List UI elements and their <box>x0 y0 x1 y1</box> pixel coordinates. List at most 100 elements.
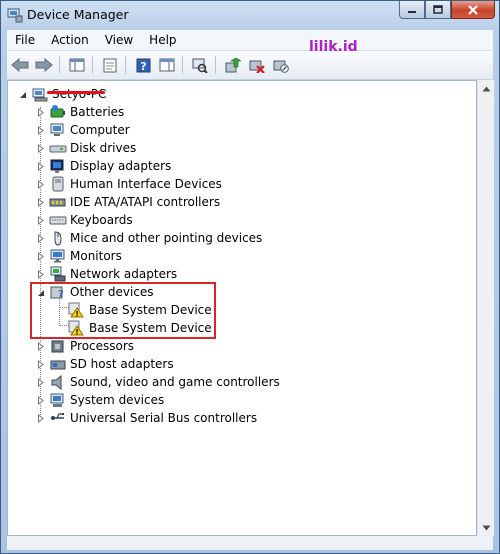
expand-arrow-icon[interactable] <box>36 215 45 225</box>
disable-device-button[interactable] <box>270 54 292 76</box>
expand-arrow-icon[interactable] <box>36 107 45 117</box>
menu-bar: File Action View Help <box>7 30 493 51</box>
device-manager-window: Device Manager File Action View Help lil… <box>0 0 500 554</box>
network-adapter-icon <box>49 266 67 282</box>
show-hide-console-tree-button[interactable] <box>66 54 88 76</box>
category-label: System devices <box>70 393 165 407</box>
scan-hardware-icon <box>192 58 208 73</box>
toolbar-separator <box>215 56 216 74</box>
device-category-system-devices[interactable]: System devices <box>36 391 164 409</box>
console-tree-icon <box>69 58 85 72</box>
expand-arrow-icon[interactable] <box>36 197 45 207</box>
expand-arrow-icon[interactable] <box>36 251 45 261</box>
category-label: Network adapters <box>70 267 178 281</box>
device-category-batteries[interactable]: Batteries <box>36 103 124 121</box>
properties-icon <box>103 58 117 72</box>
device-category-mice-and-other-pointing-devices[interactable]: Mice and other pointing devices <box>36 229 262 247</box>
sd-host-icon <box>49 356 67 372</box>
device-category-network-adapters[interactable]: Network adapters <box>36 265 177 283</box>
expand-arrow-icon[interactable] <box>36 359 45 369</box>
highlight-box <box>30 282 216 339</box>
usb-icon <box>49 410 67 426</box>
properties-button[interactable] <box>99 54 121 76</box>
scroll-down-icon <box>482 525 490 530</box>
menu-help[interactable]: Help <box>141 33 184 47</box>
uninstall-icon <box>249 60 265 73</box>
expand-arrow-icon[interactable] <box>36 233 45 243</box>
device-category-display-adapters[interactable]: Display adapters <box>36 157 171 175</box>
category-label: IDE ATA/ATAPI controllers <box>70 195 221 209</box>
toolbar: ? <box>7 51 493 80</box>
category-label: SD host adapters <box>70 357 174 371</box>
disk-drive-icon <box>49 140 67 156</box>
forward-button[interactable] <box>33 54 55 76</box>
device-category-disk-drives[interactable]: Disk drives <box>36 139 136 157</box>
collapse-arrow-icon[interactable] <box>18 90 27 99</box>
vertical-scrollbar[interactable] <box>477 80 494 536</box>
device-category-sound-video-and-game-controllers[interactable]: Sound, video and game controllers <box>36 373 280 391</box>
category-label: Mice and other pointing devices <box>70 231 263 245</box>
device-category-sd-host-adapters[interactable]: SD host adapters <box>36 355 174 373</box>
category-label: Human Interface Devices <box>70 177 222 191</box>
category-label: Disk drives <box>70 141 137 155</box>
device-category-keyboards[interactable]: Keyboards <box>36 211 133 229</box>
help-button[interactable]: ? <box>132 54 154 76</box>
device-category-processors[interactable]: Processors <box>36 337 134 355</box>
device-category-computer[interactable]: Computer <box>36 121 130 139</box>
action-pane-button[interactable] <box>156 54 178 76</box>
expand-arrow-icon[interactable] <box>36 161 45 171</box>
computer-icon <box>31 86 49 102</box>
device-category-universal-serial-bus-controllers[interactable]: Universal Serial Bus controllers <box>36 409 257 427</box>
tree-root[interactable]: Setyo-PC <box>18 85 106 103</box>
hid-icon <box>49 176 67 192</box>
maximize-button[interactable] <box>425 1 451 19</box>
expand-arrow-icon[interactable] <box>36 413 45 423</box>
system-device-icon <box>49 392 67 408</box>
device-manager-app-icon <box>7 8 23 23</box>
redaction-line <box>47 91 105 94</box>
device-category-human-interface-devices[interactable]: Human Interface Devices <box>36 175 222 193</box>
close-button[interactable] <box>451 1 495 19</box>
ide-controller-icon <box>49 194 67 210</box>
device-category-monitors[interactable]: Monitors <box>36 247 122 265</box>
expand-arrow-icon[interactable] <box>36 377 45 387</box>
processor-icon <box>49 338 67 354</box>
expand-arrow-icon[interactable] <box>36 143 45 153</box>
action-pane-icon <box>159 58 175 72</box>
expand-arrow-icon[interactable] <box>36 125 45 135</box>
minimize-icon <box>408 10 416 13</box>
expand-arrow-icon[interactable] <box>36 179 45 189</box>
expand-arrow-icon[interactable] <box>36 341 45 351</box>
expand-arrow-icon[interactable] <box>36 269 45 279</box>
monitor-icon <box>49 248 67 264</box>
scroll-up-icon <box>482 86 490 91</box>
forward-arrow-icon <box>35 58 53 72</box>
category-label: Sound, video and game controllers <box>70 375 280 389</box>
device-category-ide-ata-atapi-controllers[interactable]: IDE ATA/ATAPI controllers <box>36 193 220 211</box>
help-icon: ? <box>136 58 150 73</box>
menu-action[interactable]: Action <box>43 33 97 47</box>
window-title: Device Manager <box>27 7 129 22</box>
back-button[interactable] <box>9 54 31 76</box>
title-bar[interactable]: Device Manager <box>1 1 499 29</box>
scan-hardware-changes-button[interactable] <box>189 54 211 76</box>
display-adapter-icon <box>49 158 67 174</box>
toolbar-separator <box>125 56 126 74</box>
scroll-track[interactable] <box>480 98 492 518</box>
minimize-button[interactable] <box>399 1 425 19</box>
category-label: Universal Serial Bus controllers <box>70 411 258 425</box>
back-arrow-icon <box>11 58 29 72</box>
menu-view[interactable]: View <box>97 33 141 47</box>
toolbar-separator <box>59 56 60 74</box>
scroll-down-button[interactable] <box>478 519 494 536</box>
mouse-icon <box>49 230 67 246</box>
svg-text:?: ? <box>140 60 146 73</box>
scroll-up-button[interactable] <box>478 80 494 97</box>
update-driver-icon <box>225 57 241 72</box>
status-bar <box>7 536 493 550</box>
expand-arrow-icon[interactable] <box>36 395 45 405</box>
update-driver-button[interactable] <box>222 54 244 76</box>
menu-file[interactable]: File <box>7 33 43 47</box>
computer-icon <box>49 122 67 138</box>
uninstall-button[interactable] <box>246 54 268 76</box>
